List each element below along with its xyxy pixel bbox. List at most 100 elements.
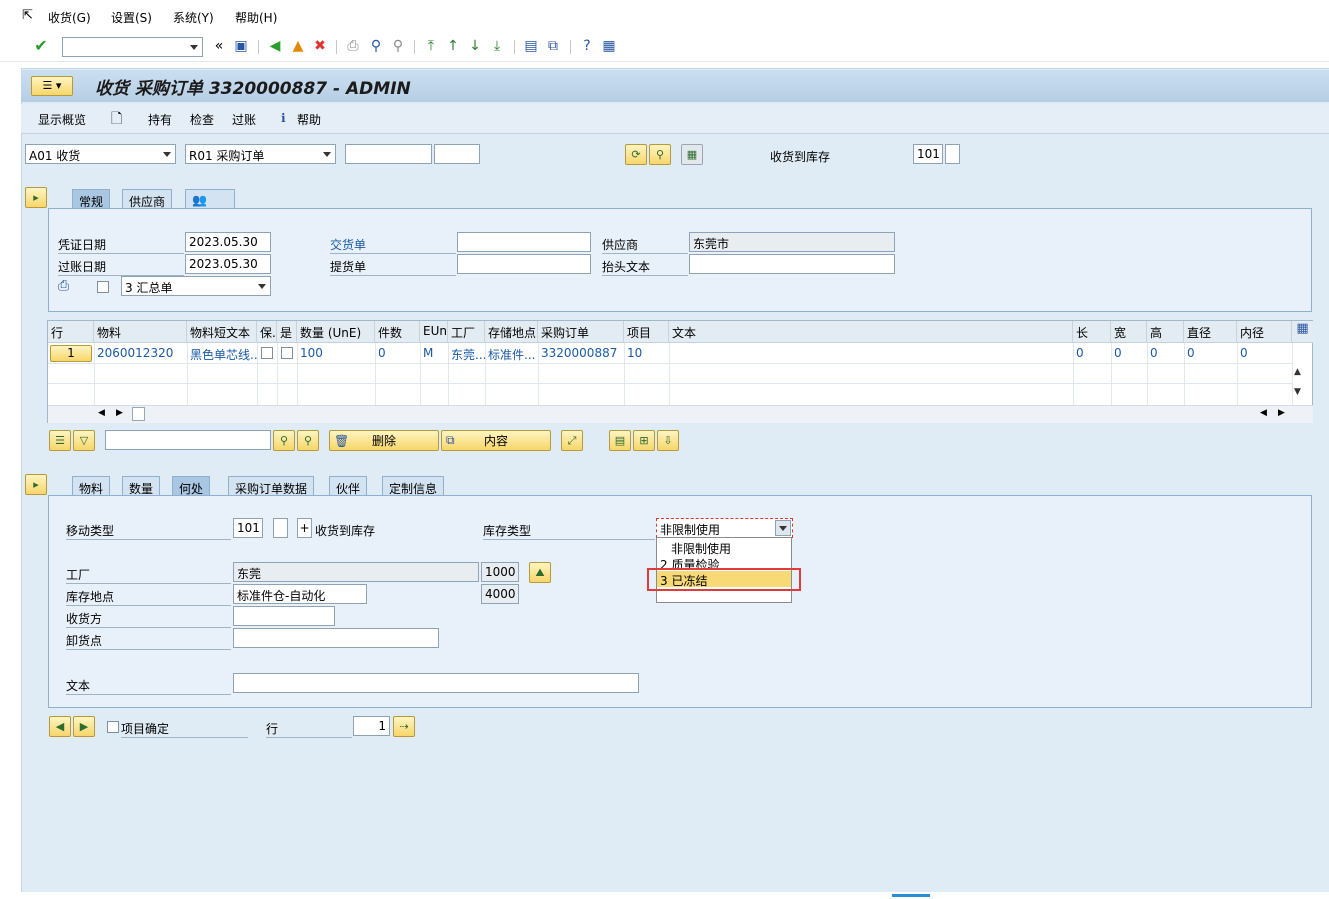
horizontal-scrollbar[interactable]: ◀ ▶ ◀ ▶ bbox=[48, 405, 1313, 423]
overview-button[interactable]: 显示概览 bbox=[38, 111, 86, 128]
reference-doc-select[interactable]: R01 采购订单 bbox=[185, 144, 336, 164]
tab-quantity[interactable]: 数量 bbox=[122, 476, 161, 496]
document-number-input[interactable] bbox=[345, 144, 432, 164]
menu-exit-icon[interactable]: ⇱ bbox=[22, 8, 33, 23]
select-all-icon[interactable]: ☰ bbox=[49, 430, 71, 451]
new-session-icon[interactable]: ▤ bbox=[522, 37, 540, 55]
next-item-icon[interactable]: ▶ bbox=[73, 716, 95, 737]
layout-icon[interactable]: ▤ bbox=[609, 430, 631, 451]
scroll-thumb[interactable] bbox=[132, 407, 145, 421]
tab-partner[interactable]: 伙伴 bbox=[329, 476, 368, 496]
last-page-icon[interactable]: ⤓ bbox=[488, 37, 506, 55]
col-header[interactable]: 是 bbox=[277, 321, 297, 343]
header-movement-type[interactable]: 101 bbox=[913, 144, 943, 164]
movement-plus[interactable]: + bbox=[297, 518, 312, 538]
grid-find-icon[interactable]: ⚲ bbox=[273, 430, 295, 451]
col-header[interactable]: 内径 bbox=[1237, 321, 1292, 343]
col-header[interactable]: 物料 bbox=[94, 321, 187, 343]
hold-button[interactable]: 持有 bbox=[148, 111, 172, 128]
col-header[interactable]: 高 bbox=[1147, 321, 1184, 343]
filter-icon[interactable]: ▽ bbox=[73, 430, 95, 451]
grid-search-input[interactable] bbox=[105, 430, 271, 450]
sloc-name-input[interactable]: 标准件仓-自动化 bbox=[233, 584, 367, 604]
cell-checkbox-1[interactable] bbox=[261, 347, 273, 359]
cell-inner-diameter[interactable]: 0 bbox=[1237, 344, 1292, 363]
cell-pieces[interactable]: 0 bbox=[375, 344, 420, 363]
movement-indicator[interactable] bbox=[273, 518, 288, 538]
doc-date-input[interactable]: 2023.05.30 bbox=[185, 232, 271, 252]
col-header[interactable]: EUn bbox=[420, 321, 448, 343]
document-year-input[interactable] bbox=[434, 144, 480, 164]
cell-item[interactable]: 10 bbox=[624, 344, 669, 363]
detail-toggle-icon[interactable]: ▸ bbox=[25, 474, 47, 495]
shortcut-icon[interactable]: ⧉ bbox=[544, 37, 562, 55]
cell-text[interactable] bbox=[669, 344, 1073, 363]
col-header[interactable]: 件数 bbox=[375, 321, 420, 343]
customize-icon[interactable]: ▦ bbox=[600, 37, 618, 55]
scroll-up-icon[interactable]: ▲ bbox=[1294, 367, 1301, 377]
tab-customer-data[interactable]: 定制信息 bbox=[382, 476, 445, 496]
scroll-left-end-icon[interactable]: ◀ bbox=[1260, 408, 1267, 418]
header-movement-indicator[interactable] bbox=[945, 144, 960, 164]
col-header[interactable]: 项目 bbox=[624, 321, 669, 343]
row-selector[interactable]: 1 bbox=[50, 345, 92, 362]
header-text-input[interactable] bbox=[689, 254, 895, 274]
col-header[interactable]: 直径 bbox=[1184, 321, 1237, 343]
prev-item-icon[interactable]: ◀ bbox=[49, 716, 71, 737]
col-header[interactable]: 工厂 bbox=[448, 321, 485, 343]
help-icon[interactable]: ? bbox=[578, 37, 596, 55]
cell-height[interactable]: 0 bbox=[1147, 344, 1184, 363]
cell-eun[interactable]: M bbox=[420, 344, 448, 363]
col-header[interactable]: 保. bbox=[257, 321, 277, 343]
col-header[interactable]: 采购订单 bbox=[538, 321, 624, 343]
printer-icon[interactable]: ⎙ bbox=[58, 278, 69, 294]
cell-plant[interactable]: 东莞... bbox=[448, 344, 485, 363]
print-icon[interactable]: ⎙ bbox=[344, 37, 362, 55]
cell-material[interactable]: 2060012320 bbox=[94, 344, 187, 363]
scroll-left-icon[interactable]: ◀ bbox=[98, 408, 105, 418]
col-header[interactable]: 行 bbox=[48, 321, 94, 343]
scroll-right-end-icon[interactable]: ▶ bbox=[1278, 408, 1285, 418]
tab-general[interactable]: 常规 bbox=[72, 189, 111, 209]
recipient-input[interactable] bbox=[233, 606, 335, 626]
col-header[interactable]: 物料短文本 bbox=[187, 321, 257, 343]
collapse-icon[interactable]: « bbox=[210, 37, 228, 55]
menu-settings[interactable]: 设置(S) bbox=[111, 9, 152, 26]
menu-goods-receipt[interactable]: 收货(G) bbox=[48, 9, 91, 26]
info-icon[interactable]: ℹ bbox=[281, 111, 286, 125]
plant-details-icon[interactable]: ⛰ bbox=[529, 562, 551, 583]
cell-po[interactable]: 3320000887 bbox=[538, 344, 624, 363]
item-ok-checkbox[interactable] bbox=[107, 721, 119, 733]
scroll-right-icon[interactable]: ▶ bbox=[116, 408, 123, 418]
prev-page-icon[interactable]: ↑ bbox=[444, 37, 462, 55]
add-row-icon[interactable]: ⊞ bbox=[633, 430, 655, 451]
check-button[interactable]: 检查 bbox=[190, 111, 214, 128]
delete-button[interactable]: 🗑 删除 bbox=[329, 430, 439, 451]
cell-length[interactable]: 0 bbox=[1073, 344, 1111, 363]
stock-type-select[interactable]: 非限制使用 bbox=[656, 518, 793, 538]
command-field[interactable] bbox=[62, 37, 203, 57]
tab-po-data[interactable]: 采购订单数据 bbox=[228, 476, 315, 496]
tab-partner-icon[interactable]: 👥 bbox=[185, 189, 235, 209]
movement-type-input[interactable]: 101 bbox=[233, 518, 263, 538]
col-header[interactable]: 数量 (UnE) bbox=[297, 321, 375, 343]
tab-material[interactable]: 物料 bbox=[72, 476, 111, 496]
post-date-input[interactable]: 2023.05.30 bbox=[185, 254, 271, 274]
find-next-icon[interactable]: ⚲ bbox=[389, 37, 407, 55]
unloading-point-input[interactable] bbox=[233, 628, 439, 648]
tab-vendor[interactable]: 供应商 bbox=[122, 189, 173, 209]
find-icon[interactable]: ⚲ bbox=[367, 37, 385, 55]
execute-icon[interactable]: ⟳ bbox=[625, 144, 647, 165]
grid-find-next-icon[interactable]: ⚲ bbox=[297, 430, 319, 451]
content-button[interactable]: ⧉ 内容 bbox=[441, 430, 551, 451]
first-page-icon[interactable]: ⤒ bbox=[422, 37, 440, 55]
col-header[interactable]: 存储地点 bbox=[485, 321, 538, 343]
table-settings-icon[interactable]: ▦ bbox=[1292, 321, 1313, 343]
print-option-select[interactable]: 3 汇总单 bbox=[121, 276, 271, 296]
export-icon[interactable]: ⇩ bbox=[657, 430, 679, 451]
back-icon[interactable]: ◀ bbox=[266, 37, 284, 55]
table-icon[interactable]: ▦ bbox=[681, 144, 703, 165]
cell-diameter[interactable]: 0 bbox=[1184, 344, 1237, 363]
cell-checkbox-2[interactable] bbox=[281, 347, 293, 359]
cell-width[interactable]: 0 bbox=[1111, 344, 1147, 363]
